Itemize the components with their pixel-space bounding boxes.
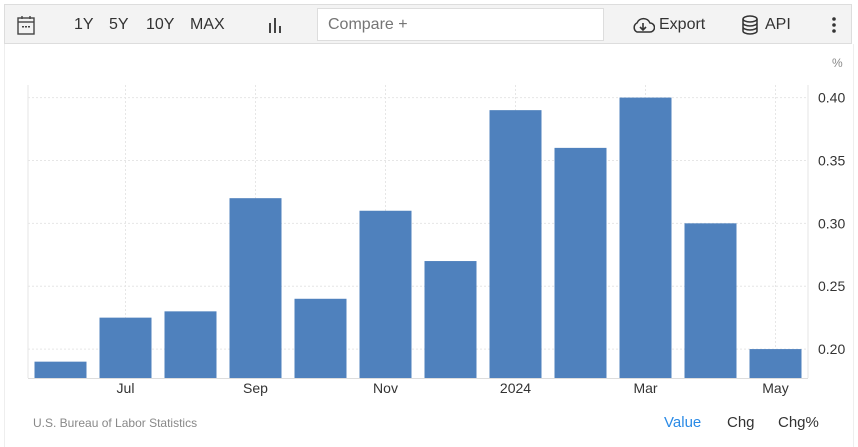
bar-aug-2023 [164, 311, 217, 378]
bar-apr-2024 [684, 223, 737, 378]
y-unit-label: % [832, 56, 843, 70]
x-tick-label: 2024 [500, 380, 531, 396]
bar-nov-2023 [359, 210, 412, 378]
bar-jan-2024 [489, 110, 542, 379]
bar-jun-2023 [34, 361, 87, 378]
tab-value[interactable]: Value [664, 414, 701, 431]
y-tick-label: 0.25 [818, 278, 845, 294]
y-tick-label: 0.30 [818, 215, 845, 231]
bar-jul-2023 [99, 317, 152, 378]
bar-dec-2023 [424, 261, 477, 378]
bar-sep-2023 [229, 198, 282, 378]
x-tick-label: Sep [243, 380, 268, 396]
bar-oct-2023 [294, 298, 347, 378]
x-tick-label: Jul [117, 380, 135, 396]
x-tick-label: Mar [633, 380, 657, 396]
bar-feb-2024 [554, 147, 607, 378]
bar-chart: Jul Sep Nov 2024 Mar May 0.20 0.25 0.30 0.35 0.40… [27, 56, 845, 396]
y-tick-label: 0.35 [818, 152, 845, 168]
bar-mar-2024 [619, 97, 672, 378]
x-tick-label: May [762, 380, 788, 396]
bar-may-2024 [749, 349, 802, 378]
x-tick-label: Nov [373, 380, 398, 396]
y-tick-label: 0.40 [818, 90, 845, 106]
tab-chg[interactable]: Chg [727, 414, 755, 431]
y-tick-label: 0.20 [818, 341, 845, 357]
tab-chg-percent[interactable]: Chg% [778, 414, 819, 431]
source-label: U.S. Bureau of Labor Statistics [33, 416, 198, 430]
